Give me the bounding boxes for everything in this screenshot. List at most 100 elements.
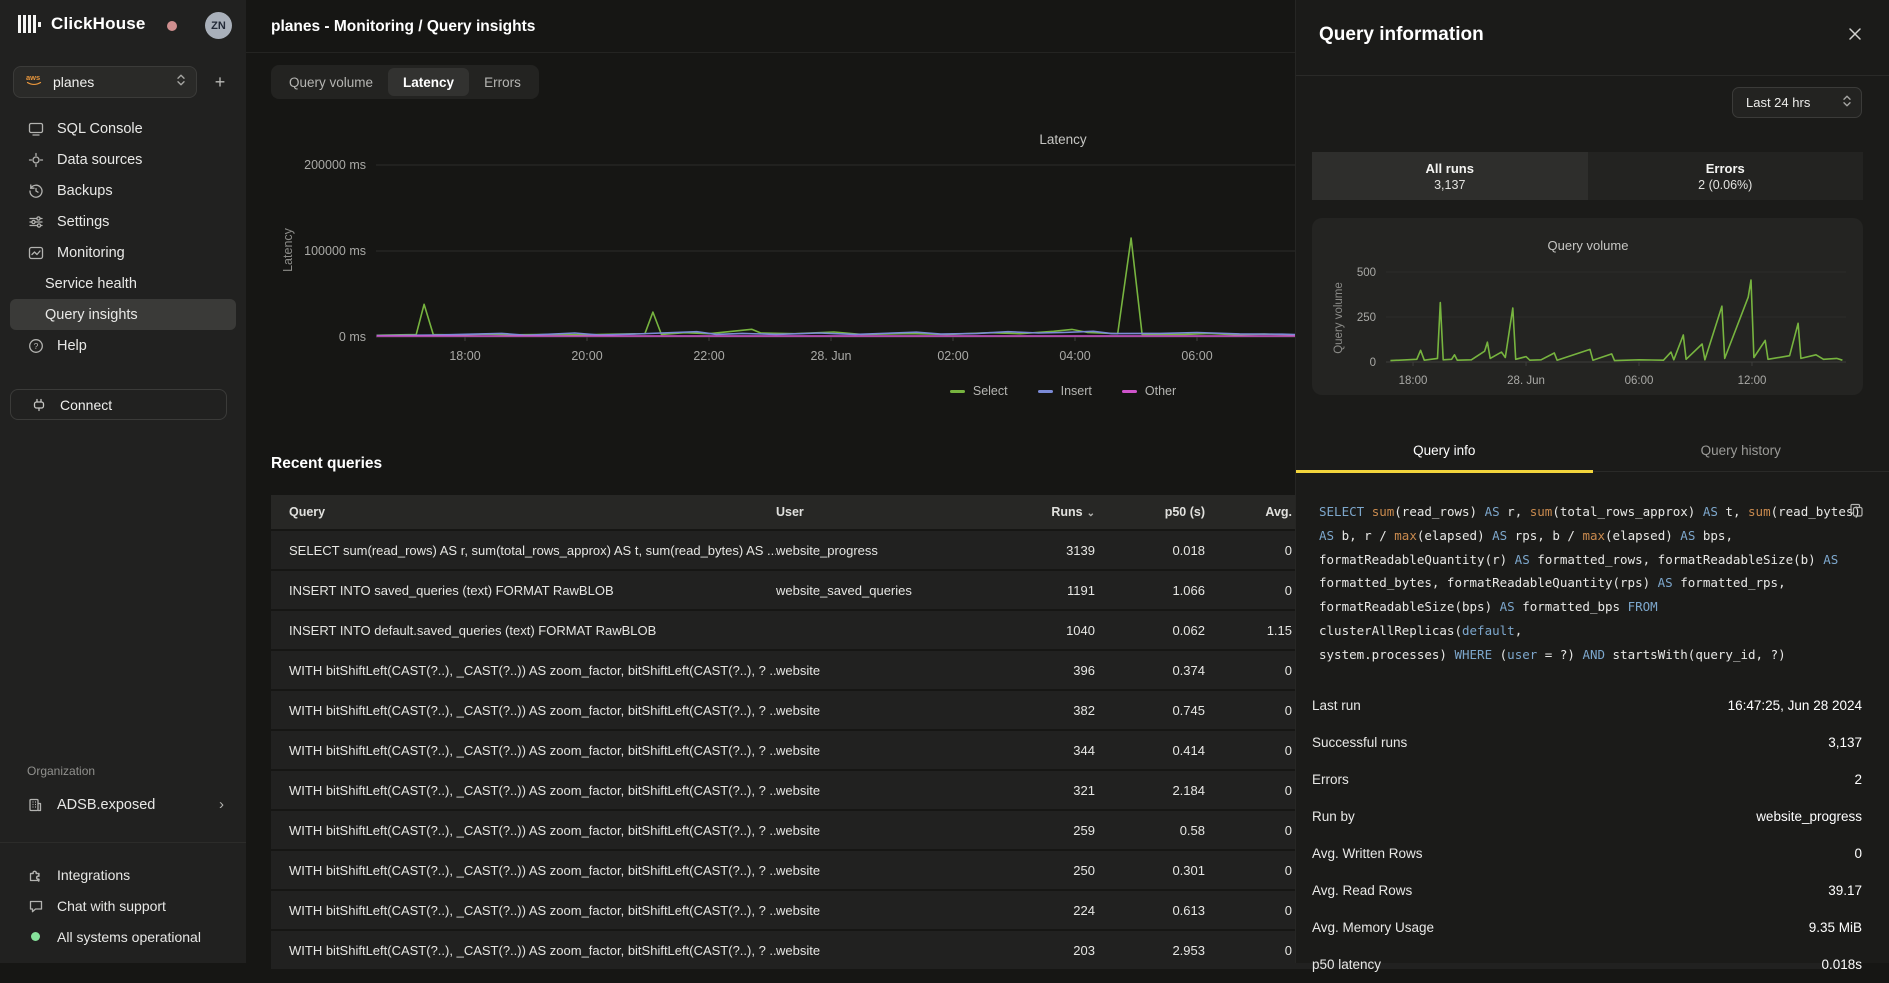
stat-label: Avg. Written Rows — [1312, 846, 1423, 861]
chevron-right-icon: › — [219, 796, 236, 813]
toggle-value: 2 (0.06%) — [1698, 178, 1752, 192]
stat-row: Avg. Memory Usage 9.35 MiB — [1312, 909, 1862, 946]
svg-text:200000 ms: 200000 ms — [304, 158, 366, 172]
svg-text:28. Jun: 28. Jun — [1507, 375, 1545, 387]
tab-query-history[interactable]: Query history — [1593, 430, 1889, 471]
sidebar-item-integrations[interactable]: Integrations — [10, 859, 236, 890]
svg-text:Latency: Latency — [281, 227, 295, 272]
stat-value: 16:47:25, Jun 28 2024 — [1728, 698, 1862, 713]
service-selector[interactable]: aws planes — [13, 66, 197, 98]
code-line: AS b, r / max(elapsed) AS rps, b / max(e… — [1319, 524, 1867, 548]
sidebar-item-label: SQL Console — [57, 121, 143, 137]
sidebar-item-settings[interactable]: Settings — [10, 206, 236, 237]
cell-query: WITH bitShiftLeft(CAST(?..), _CAST(?..))… — [271, 823, 776, 838]
stat-label: Last run — [1312, 698, 1361, 713]
stat-row: Last run 16:47:25, Jun 28 2024 — [1312, 687, 1862, 724]
brand-logo: ClickHouse — [18, 14, 146, 34]
tab-errors[interactable]: Errors — [469, 68, 536, 96]
cell-runs: 396 — [1016, 663, 1111, 678]
sidebar-item-query-insights[interactable]: Query insights — [10, 299, 236, 330]
sidebar-item-service-health[interactable]: Service health — [10, 268, 236, 299]
sidebar-item-help[interactable]: ? Help — [10, 330, 236, 361]
legend-swatch — [1038, 390, 1053, 393]
tab-latency[interactable]: Latency — [388, 68, 469, 96]
settings-icon — [27, 213, 44, 230]
stats-list: Last run 16:47:25, Jun 28 2024 Successfu… — [1312, 687, 1862, 983]
status-label: All systems operational — [57, 929, 201, 945]
panel-tabs: Query info Query history — [1296, 430, 1889, 472]
cell-query: WITH bitShiftLeft(CAST(?..), _CAST(?..))… — [271, 863, 776, 878]
code-line: SELECT sum(read_rows) AS r, sum(total_ro… — [1319, 500, 1867, 524]
puzzle-icon — [27, 866, 44, 883]
service-name: planes — [53, 74, 176, 90]
sidebar-item-monitoring[interactable]: Monitoring — [10, 237, 236, 268]
svg-text:Query volume: Query volume — [1333, 282, 1345, 354]
stat-value: 9.35 MiB — [1809, 920, 1862, 935]
column-header-runs[interactable]: Runs⌄ — [1016, 505, 1111, 519]
connect-button[interactable]: Connect — [10, 389, 227, 420]
cell-runs: 344 — [1016, 743, 1111, 758]
page-title: planes - Monitoring / Query insights — [271, 18, 535, 36]
legend-item-select[interactable]: Select — [950, 384, 1008, 398]
sidebar-item-sql-console[interactable]: SQL Console — [10, 113, 236, 144]
stat-label: Run by — [1312, 809, 1355, 824]
copy-icon — [1849, 505, 1864, 522]
query-volume-chart[interactable]: 025050018:0028. Jun06:0012:00Query volum… — [1312, 218, 1863, 395]
time-range-select[interactable]: Last 24 hrs — [1732, 87, 1862, 118]
add-service-button[interactable]: + — [208, 70, 232, 94]
legend-item-insert[interactable]: Insert — [1038, 384, 1092, 398]
chat-icon — [27, 897, 44, 914]
sidebar-item-backups[interactable]: Backups — [10, 175, 236, 206]
svg-text:?: ? — [33, 341, 38, 351]
query-info-panel: Query information Last 24 hrs All runs 3… — [1295, 0, 1889, 963]
sort-caret-icon: ⌄ — [1087, 508, 1095, 519]
sql-code-block[interactable]: SELECT sum(read_rows) AS r, sum(total_ro… — [1319, 500, 1867, 667]
copy-button[interactable] — [1849, 503, 1867, 521]
sidebar-item-data-sources[interactable]: Data sources — [10, 144, 236, 175]
aws-icon: aws — [25, 73, 43, 91]
svg-text:Latency: Latency — [1039, 132, 1087, 147]
system-status-indicator[interactable]: All systems operational — [10, 921, 236, 952]
svg-text:22:00: 22:00 — [693, 349, 724, 363]
code-line: formatReadableQuantity(r) AS formatted_r… — [1319, 548, 1867, 572]
org-switcher[interactable]: ADSB.exposed › — [10, 789, 236, 820]
legend-item-other[interactable]: Other — [1122, 384, 1176, 398]
sidebar-item-chat-support[interactable]: Chat with support — [10, 890, 236, 921]
column-header-user[interactable]: User — [776, 505, 1016, 519]
data-sources-icon — [27, 151, 44, 168]
stat-value: 0 — [1854, 846, 1862, 861]
connect-label: Connect — [60, 397, 112, 413]
toggle-errors[interactable]: Errors 2 (0.06%) — [1588, 152, 1864, 200]
plug-icon — [31, 397, 47, 413]
toggle-all-runs[interactable]: All runs 3,137 — [1312, 152, 1588, 200]
time-range-value: Last 24 hrs — [1746, 95, 1810, 110]
code-line: formatted_bytes, formatReadableQuantity(… — [1319, 571, 1867, 595]
backups-icon — [27, 182, 44, 199]
code-line: formatReadableSize(bps) AS formatted_bps… — [1319, 595, 1867, 643]
svg-text:12:00: 12:00 — [1738, 375, 1767, 387]
stat-value: 2 — [1854, 772, 1862, 787]
cell-query: INSERT INTO saved_queries (text) FORMAT … — [271, 583, 776, 598]
tab-query-volume[interactable]: Query volume — [274, 68, 388, 96]
stat-label: p50 latency — [1312, 957, 1381, 972]
cell-p50: 0.018 — [1111, 543, 1221, 558]
cell-runs: 1040 — [1016, 623, 1111, 638]
stat-row: Run by website_progress — [1312, 798, 1862, 835]
close-icon — [1848, 27, 1862, 46]
cell-p50: 2.184 — [1111, 783, 1221, 798]
cell-p50: 1.066 — [1111, 583, 1221, 598]
app-sidebar: ClickHouse ZN aws planes + SQL Console D… — [0, 0, 246, 963]
panel-divider — [1296, 75, 1889, 76]
stat-row: Successful runs 3,137 — [1312, 724, 1862, 761]
stat-row: Avg. Written Rows 0 — [1312, 835, 1862, 872]
cell-p50: 2.953 — [1111, 943, 1221, 958]
notification-dot[interactable] — [167, 21, 177, 31]
svg-text:02:00: 02:00 — [937, 349, 968, 363]
column-header-p50[interactable]: p50 (s) — [1111, 505, 1221, 519]
column-header-query[interactable]: Query — [271, 505, 776, 519]
user-avatar[interactable]: ZN — [205, 12, 232, 39]
tab-query-info[interactable]: Query info — [1296, 430, 1593, 471]
svg-text:06:00: 06:00 — [1181, 349, 1212, 363]
code-line: system.processes) WHERE (user = ?) AND s… — [1319, 643, 1867, 667]
close-button[interactable] — [1843, 24, 1867, 48]
